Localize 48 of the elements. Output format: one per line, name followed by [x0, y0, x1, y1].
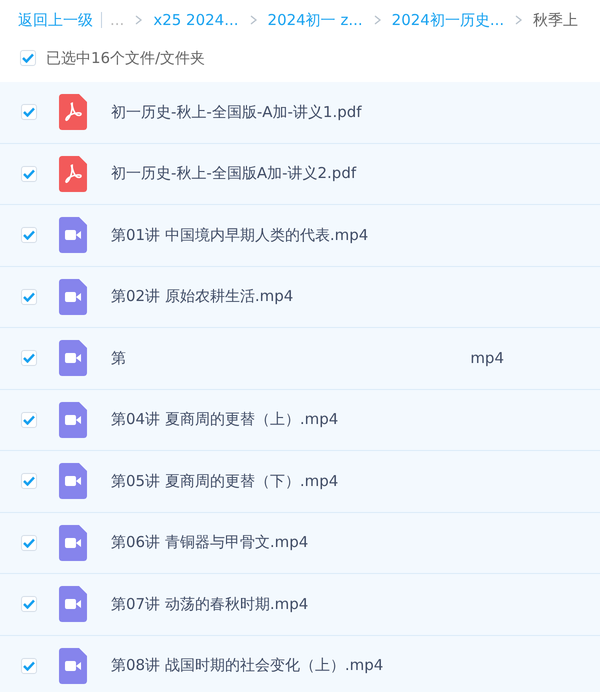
- checkbox[interactable]: [20, 50, 36, 66]
- file-row[interactable]: 第08讲 战国时期的社会变化（上）.mp4: [0, 636, 600, 692]
- checkbox[interactable]: [21, 534, 37, 551]
- video-file-icon: [59, 340, 87, 376]
- breadcrumb-item: 秋季上: [533, 10, 578, 30]
- file-row[interactable]: 第02讲 原始农耕生活.mp4: [0, 266, 600, 328]
- file-row[interactable]: 初一历史-秋上-全国版A加-讲义2.pdf: [0, 144, 600, 205]
- video-file-icon: [59, 278, 87, 315]
- file-row[interactable]: 第 mp4: [0, 328, 600, 390]
- file-name: 第07讲 动荡的春秋时期.mp4: [111, 594, 308, 614]
- file-row[interactable]: 第05讲 夏商周的更替（下）.mp4: [0, 451, 600, 512]
- file-name: 初一历史-秋上-全国版-A加-讲义1.pdf: [111, 102, 362, 122]
- file-name: 第05讲 夏商周的更替（下）.mp4: [111, 472, 338, 491]
- checkbox[interactable]: [21, 658, 37, 674]
- chevron-icon: [250, 15, 257, 25]
- checkbox[interactable]: [21, 412, 37, 428]
- file-row[interactable]: 第01讲 中国境内早期人类的代表.mp4: [0, 205, 600, 266]
- checkbox[interactable]: [21, 288, 37, 305]
- file-name: 第: [111, 348, 126, 368]
- video-file-icon: [59, 586, 87, 622]
- video-file-icon: [59, 648, 87, 684]
- chevron-icon: [374, 15, 381, 25]
- file-row[interactable]: 初一历史-秋上-全国版-A加-讲义1.pdf: [0, 82, 600, 144]
- file-name: 第06讲 青铜器与甲骨文.mp4: [111, 533, 308, 552]
- pdf-file-icon: [59, 156, 87, 192]
- video-file-icon: [59, 463, 87, 500]
- file-name: 初一历史-秋上-全国版A加-讲义2.pdf: [111, 164, 356, 184]
- checkbox[interactable]: [21, 350, 37, 366]
- file-row[interactable]: 第06讲 青铜器与甲骨文.mp4: [0, 512, 600, 574]
- checkbox[interactable]: [21, 166, 37, 182]
- checkbox[interactable]: [21, 104, 37, 120]
- file-row[interactable]: 第04讲 夏商周的更替（上）.mp4: [0, 390, 600, 451]
- checkbox[interactable]: [21, 473, 37, 490]
- file-name: 第04讲 夏商周的更替（上）.mp4: [111, 410, 338, 430]
- video-file-icon: [59, 217, 87, 254]
- checkbox[interactable]: [21, 596, 37, 612]
- file-name: 第02讲 原始农耕生活.mp4: [111, 287, 294, 306]
- chevron-icon: [515, 15, 522, 25]
- file-name: 第08讲 战国时期的社会变化（上）.mp4: [111, 656, 384, 676]
- chevron-icon: [135, 15, 142, 25]
- video-file-icon: [59, 524, 87, 561]
- video-file-icon: [59, 402, 87, 438]
- pdf-file-icon: [59, 94, 87, 130]
- file-name: 第01讲 中国境内早期人类的代表.mp4: [111, 226, 368, 245]
- checkbox[interactable]: [21, 227, 37, 244]
- file-row[interactable]: 第07讲 动荡的春秋时期.mp4: [0, 574, 600, 636]
- file-name: mp4: [470, 349, 504, 368]
- selection-count: 已选中16个文件/文件夹: [46, 48, 206, 68]
